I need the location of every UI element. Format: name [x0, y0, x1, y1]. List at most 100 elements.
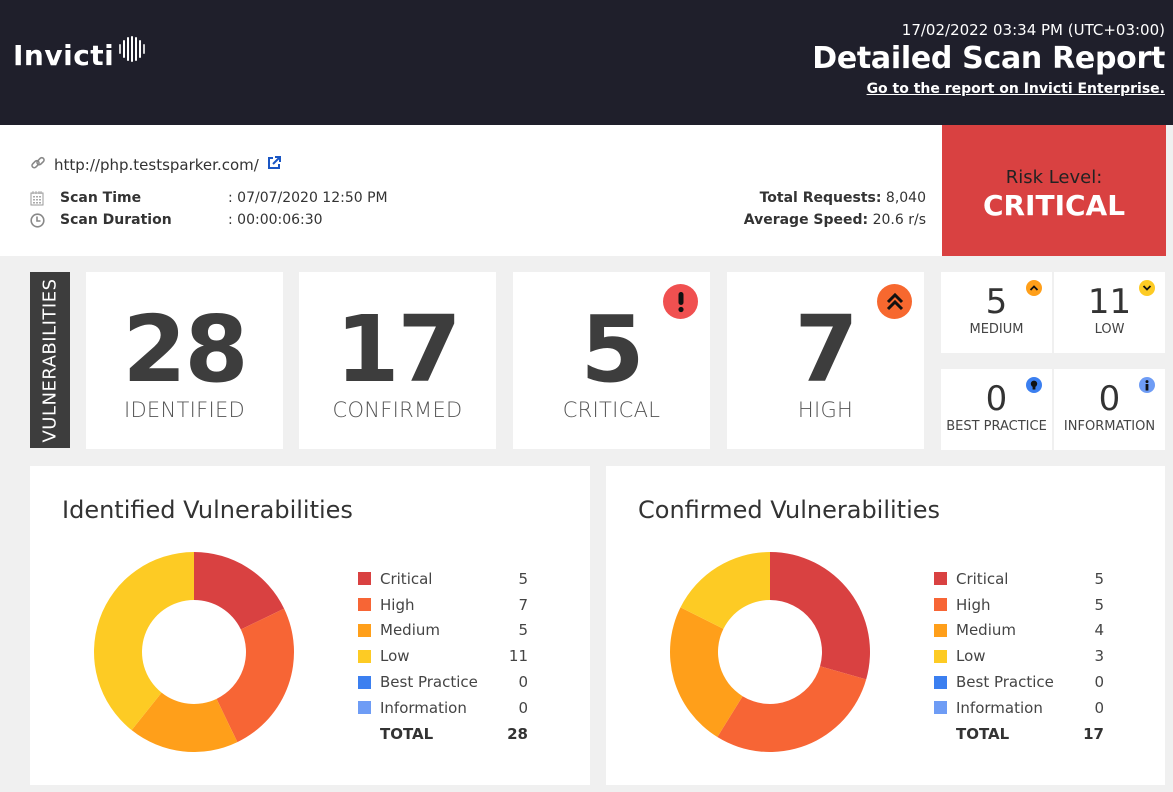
chevron-down-icon [1139, 280, 1155, 296]
vulnerabilities-tag-label: VULNERABILITIES [39, 277, 61, 443]
clock-icon [30, 212, 46, 228]
legend-value: 0 [1094, 698, 1104, 717]
info-icon [1139, 377, 1155, 393]
high-label: HIGH [797, 398, 854, 422]
confirmed-label: CONFIRMED [332, 398, 463, 422]
legend-label: Medium [380, 621, 440, 640]
lightbulb-icon [1026, 377, 1042, 393]
legend-label: Information [380, 698, 467, 717]
legend-label: Low [956, 647, 986, 666]
legend-item-high: High 5 [934, 592, 1104, 618]
legend-value: 3 [1094, 647, 1104, 666]
legend-swatch [358, 623, 371, 637]
medium-card: 5 MEDIUM [941, 272, 1052, 353]
legend-label: Information [956, 698, 1043, 717]
legend-label: Critical [956, 569, 1009, 588]
average-speed: Average Speed: 20.6 r/s [744, 209, 926, 231]
legend-value: 0 [518, 673, 528, 692]
risk-level-label: Risk Level: [1005, 167, 1103, 188]
legend-swatch [934, 649, 947, 663]
target-url[interactable]: http://php.testsparker.com/ [54, 156, 259, 174]
vulnerabilities-tag: VULNERABILITIES [30, 272, 70, 448]
legend-value: 7 [518, 595, 528, 614]
report-header: Invicti 17/02/2022 03:34 PM (UTC+03:00) … [0, 0, 1173, 125]
double-chevron-up-icon [877, 284, 912, 319]
legend-item-low: Low 3 [934, 643, 1104, 669]
legend-value: 0 [1094, 673, 1104, 692]
confirmed-chart-title: Confirmed Vulnerabilities [638, 496, 941, 524]
invicti-logo: Invicti [13, 36, 146, 72]
scan-duration-value: : 00:00:06:30 [228, 212, 323, 228]
legend-label: Best Practice [380, 673, 478, 692]
identified-donut-chart [94, 552, 294, 752]
legend-item-best-practice: Best Practice 0 [934, 669, 1104, 695]
legend-swatch [358, 572, 371, 586]
legend-total-value: 17 [1083, 724, 1104, 743]
legend-value: 5 [1094, 569, 1104, 588]
average-speed-label: Average Speed: [743, 212, 869, 228]
scan-time-value: : 07/07/2020 12:50 PM [228, 190, 388, 206]
scan-time-row: Scan Time : 07/07/2020 12:50 PM [30, 187, 388, 209]
legend-value: 5 [518, 569, 528, 588]
chevron-up-icon [1026, 280, 1042, 296]
legend-swatch [358, 701, 371, 715]
enterprise-report-link[interactable]: Go to the report on Invicti Enterprise. [867, 80, 1165, 98]
identified-card: 28 IDENTIFIED [86, 272, 283, 449]
legend-item-low: Low 11 [358, 643, 528, 669]
logo-bars-icon [119, 34, 146, 64]
identified-count: 28 [122, 296, 248, 403]
logo-text: Invicti [13, 39, 115, 72]
legend-item-critical: Critical 5 [934, 566, 1104, 592]
scan-duration-row: Scan Duration : 00:00:06:30 [30, 209, 388, 231]
legend-label: Low [380, 647, 410, 666]
legend-swatch [934, 623, 947, 637]
critical-label: CRITICAL [562, 398, 661, 422]
confirmed-card: 17 CONFIRMED [299, 272, 496, 449]
legend-label: High [956, 595, 991, 614]
total-requests-value: 8,040 [885, 190, 926, 206]
total-requests-label: Total Requests: [759, 190, 882, 206]
legend-item-information: Information 0 [934, 695, 1104, 721]
legend-total: TOTAL 17 [934, 721, 1104, 747]
confirmed-vulnerabilities-panel: Confirmed Vulnerabilities Critical 5 High 5… [606, 466, 1165, 785]
legend-item-information: Information 0 [358, 695, 528, 721]
low-label: LOW [1094, 322, 1125, 337]
legend-swatch [934, 675, 947, 689]
scan-meta: Scan Time : 07/07/2020 12:50 PM Scan Dur… [30, 187, 388, 231]
information-card: 0 INFORMATION [1054, 369, 1165, 450]
legend-value: 0 [518, 698, 528, 717]
scan-duration-label: Scan Duration [60, 212, 172, 228]
header-right: 17/02/2022 03:34 PM (UTC+03:00) Detailed… [812, 20, 1165, 98]
legend-swatch [358, 598, 371, 612]
page-title: Detailed Scan Report [812, 41, 1165, 76]
donut-slice-critical[interactable] [770, 552, 870, 680]
critical-card: 5 CRITICAL [513, 272, 710, 449]
legend-label: Best Practice [956, 673, 1054, 692]
donut-slice-high[interactable] [216, 608, 294, 743]
low-card: 11 LOW [1054, 272, 1165, 353]
information-label: INFORMATION [1063, 419, 1156, 434]
identified-vulnerabilities-panel: Identified Vulnerabilities Critical 5 High… [30, 466, 590, 785]
report-datetime: 17/02/2022 03:34 PM (UTC+03:00) [901, 21, 1165, 39]
legend-label: High [380, 595, 415, 614]
external-link-icon[interactable] [267, 156, 281, 174]
medium-label: MEDIUM [969, 322, 1024, 337]
legend-swatch [934, 598, 947, 612]
legend-total-value: 28 [507, 724, 528, 743]
legend-value: 4 [1094, 621, 1104, 640]
legend-value: 5 [1094, 595, 1104, 614]
high-card: 7 HIGH [727, 272, 924, 449]
legend-total-label: TOTAL [956, 724, 1010, 743]
best-practice-label: BEST PRACTICE [946, 419, 1047, 434]
scan-time-label: Scan Time [60, 190, 142, 206]
donut-slice-high[interactable] [717, 666, 867, 752]
legend-item-medium: Medium 4 [934, 618, 1104, 644]
target-url-row: http://php.testsparker.com/ [30, 155, 281, 175]
legend-total-label: TOTAL [380, 724, 434, 743]
identified-chart-title: Identified Vulnerabilities [62, 496, 353, 524]
confirmed-count: 17 [335, 296, 461, 403]
average-speed-value: 20.6 r/s [872, 212, 926, 228]
legend-swatch [934, 701, 947, 715]
scan-info-panel: http://php.testsparker.com/ Scan Time : … [0, 125, 942, 256]
legend-item-medium: Medium 5 [358, 618, 528, 644]
